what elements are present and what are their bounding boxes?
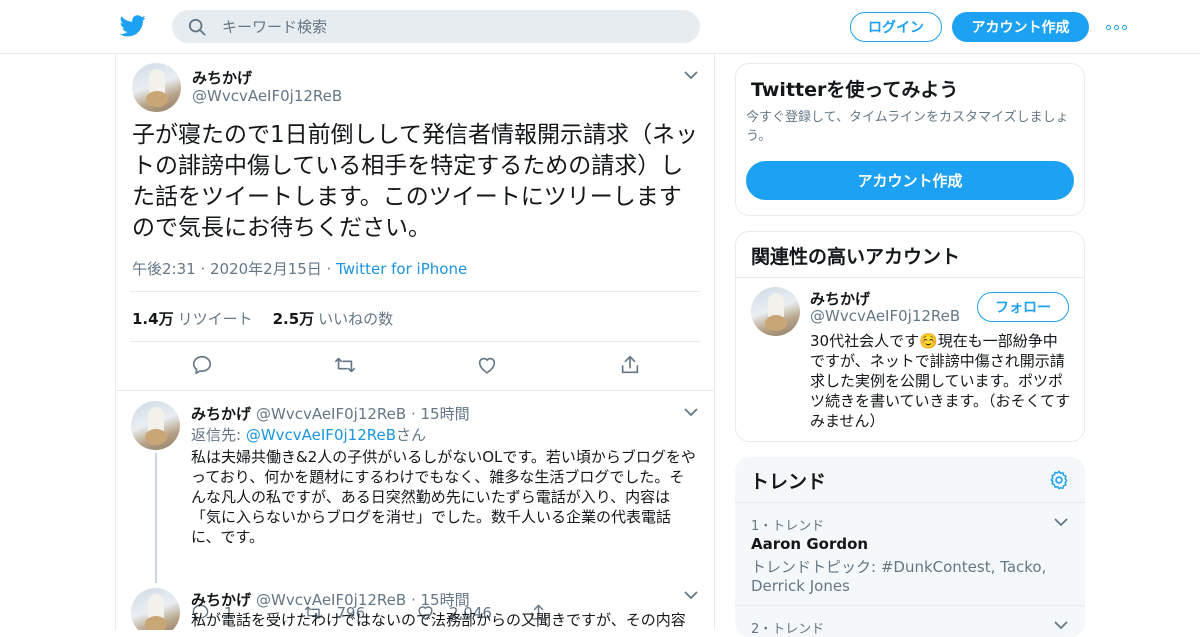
- replying-to-suffix: さん: [396, 426, 427, 444]
- mention-link[interactable]: @WvcvAeIF0j12ReB: [246, 426, 396, 444]
- reply-tweet[interactable]: みちかげ @WvcvAeIF0j12ReB · 15時間 返信先: @WvcvA…: [116, 391, 714, 622]
- share-icon[interactable]: [619, 354, 641, 376]
- more-options-icon[interactable]: [1106, 21, 1130, 33]
- like-icon[interactable]: [476, 354, 498, 376]
- divider: [130, 341, 700, 342]
- avatar[interactable]: [131, 588, 180, 630]
- tweet-text: 私は夫婦共働き&2人の子供がいるしがないOLです。若い頃からブログをやっており、…: [191, 448, 696, 546]
- retweet-count: 1.4万: [132, 310, 174, 328]
- like-count: 2.5万: [272, 310, 315, 328]
- author-handle[interactable]: @WvcvAeIF0j12ReB · 15時間: [256, 589, 470, 610]
- author-name[interactable]: みちかげ: [191, 589, 251, 610]
- retweet-icon[interactable]: [334, 354, 356, 376]
- signup-card-title: Twitterを使ってみよう: [751, 79, 959, 101]
- tweet-timestamp: 午後2:31 · 2020年2月15日 · Twitter for iPhone: [132, 258, 467, 279]
- account-name[interactable]: みちかげ: [810, 288, 870, 309]
- trend-item[interactable]: 2・トレンド: [735, 605, 1085, 637]
- divider: [130, 291, 700, 292]
- signup-card-button[interactable]: アカウント作成: [746, 161, 1074, 200]
- signup-card: Twitterを使ってみよう 今すぐ登録して、タイムラインをカスタマイズしましょ…: [735, 63, 1085, 216]
- search-box[interactable]: [172, 10, 700, 43]
- author-name[interactable]: みちかげ: [191, 403, 251, 424]
- search-icon: [188, 18, 206, 36]
- chevron-down-icon[interactable]: [1054, 517, 1068, 527]
- related-accounts-title: 関連性の高いアカウント: [751, 246, 961, 268]
- retweet-stat[interactable]: 1.4万 リツイート: [132, 308, 253, 329]
- related-accounts-card: 関連性の高いアカウント みちかげ @WvcvAeIF0j12ReB フォロー 3…: [735, 231, 1085, 442]
- twitter-bird-icon[interactable]: [120, 14, 146, 38]
- chevron-down-icon[interactable]: [1054, 620, 1068, 630]
- replying-to: 返信先: @WvcvAeIF0j12ReBさん: [191, 424, 426, 445]
- tweet-text: 子が寝たので1日前倒しして発信者情報開示請求（ネットの誹謗中傷している相手を特定…: [132, 122, 698, 241]
- avatar[interactable]: [131, 401, 180, 450]
- top-navigation-bar: ログイン アカウント作成: [0, 0, 1200, 54]
- retweet-label: リツイート: [177, 310, 253, 328]
- search-input[interactable]: [222, 17, 682, 36]
- signup-card-description: 今すぐ登録して、タイムラインをカスタマイズしましょう。: [746, 110, 1069, 144]
- tweet-actions: [191, 354, 641, 376]
- avatar[interactable]: [132, 63, 181, 112]
- trend-name: Aaron Gordon: [751, 535, 869, 553]
- like-label: いいねの数: [318, 310, 394, 328]
- trend-item[interactable]: 1・トレンド Aaron Gordon トレンドトピック: #DunkConte…: [735, 502, 1085, 605]
- tweet-text: 私が電話を受けたわけではないので法務部からの又聞きですが、その内容: [191, 611, 686, 629]
- settings-gear-icon[interactable]: [1048, 469, 1070, 491]
- reply-tweet[interactable]: みちかげ @WvcvAeIF0j12ReB · 15時間 私が電話を受けたわけで…: [116, 578, 714, 630]
- follow-button[interactable]: フォロー: [977, 292, 1069, 322]
- account-bio: 30代社会人です☺️現在も一部紛争中ですが、ネットで誹謗中傷され開示請求した実例…: [810, 332, 1071, 430]
- login-button[interactable]: ログイン: [850, 12, 942, 42]
- trends-title: トレンド: [750, 471, 827, 493]
- trends-card: トレンド 1・トレンド Aaron Gordon トレンドトピック: #Dunk…: [735, 457, 1085, 637]
- chevron-down-icon[interactable]: [684, 590, 698, 600]
- author-handle[interactable]: @WvcvAeIF0j12ReB: [192, 87, 342, 105]
- account-handle[interactable]: @WvcvAeIF0j12ReB: [810, 307, 960, 325]
- trend-description: トレンドトピック: #DunkContest, Tacko, Derrick J…: [751, 558, 1047, 595]
- signup-button[interactable]: アカウント作成: [952, 12, 1089, 42]
- thread-connector: [155, 453, 157, 583]
- tweet-source-link[interactable]: Twitter for iPhone: [336, 260, 467, 278]
- reply-icon[interactable]: [191, 354, 213, 376]
- divider: [736, 277, 1084, 278]
- avatar[interactable]: [751, 287, 800, 336]
- author-handle[interactable]: @WvcvAeIF0j12ReB · 15時間: [256, 403, 470, 424]
- tweet-stats: 1.4万 リツイート 2.5万 いいねの数: [132, 308, 393, 329]
- chevron-down-icon[interactable]: [684, 407, 698, 417]
- chevron-down-icon[interactable]: [684, 70, 698, 80]
- tweet-time[interactable]: 午後2:31 · 2020年2月15日 ·: [132, 260, 336, 278]
- like-stat[interactable]: 2.5万 いいねの数: [273, 308, 394, 329]
- author-name[interactable]: みちかげ: [192, 67, 252, 88]
- tweet-detail-column: みちかげ @WvcvAeIF0j12ReB 子が寝たので1日前倒しして発信者情報…: [115, 54, 715, 630]
- trend-rank: 1・トレンド: [751, 519, 825, 534]
- trend-rank: 2・トレンド: [751, 622, 825, 637]
- replying-to-prefix: 返信先:: [191, 426, 246, 444]
